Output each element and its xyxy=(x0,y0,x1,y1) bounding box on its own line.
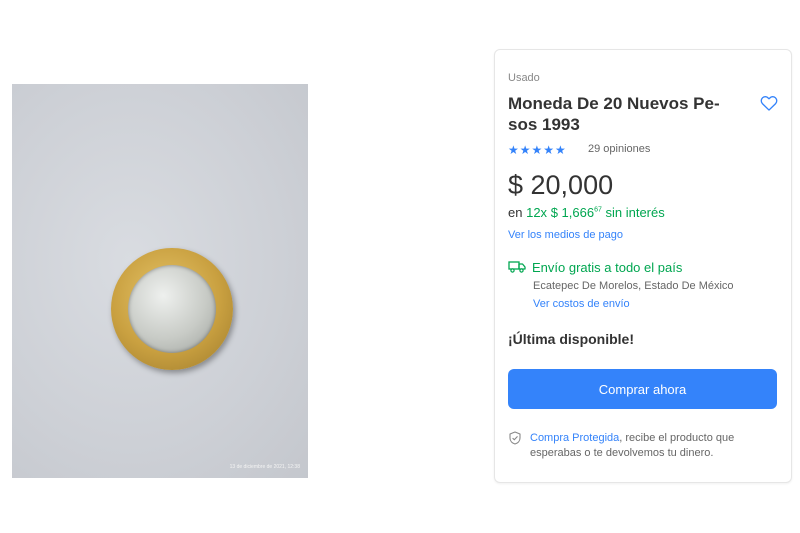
shield-check-icon xyxy=(509,431,521,445)
photo-timestamp: 13 de diciembre de 2021, 12:38 xyxy=(229,464,300,470)
product-photo[interactable]: 13 de diciembre de 2021, 12:38 xyxy=(12,84,308,478)
installments-amount: $ 1,666 xyxy=(550,205,595,220)
heart-icon[interactable] xyxy=(759,93,779,113)
coin-center xyxy=(128,265,216,353)
shipping-costs-link[interactable]: Ver costos de envío xyxy=(533,298,630,310)
installments-info: en 12x $ 1,66667 sin interés xyxy=(508,205,665,220)
reviews-count[interactable]: 29 opiniones xyxy=(588,143,650,155)
product-title: Moneda De 20 Nuevos Pe-sos 1993 xyxy=(508,94,720,134)
protected-purchase-link[interactable]: Compra Protegida xyxy=(530,432,619,444)
buy-now-button[interactable]: Comprar ahora xyxy=(508,369,777,409)
installments-count: 12x xyxy=(526,205,548,220)
rating-stars: ★★★★★ xyxy=(508,143,567,157)
stock-status: ¡Última disponible! xyxy=(508,331,634,347)
purchase-protection: Compra Protegida, recibe el producto que… xyxy=(530,431,770,461)
shipping-location: Ecatepec De Morelos, Estado De México xyxy=(533,280,734,292)
payment-methods-link[interactable]: Ver los medios de pago xyxy=(508,229,623,241)
product-buy-box: Usado Moneda De 20 Nuevos Pe-sos 1993 ★★… xyxy=(494,49,792,483)
truck-icon xyxy=(508,261,526,273)
installments-prefix: en xyxy=(508,205,523,220)
free-shipping: Envío gratis a todo el país xyxy=(508,260,682,275)
coin-image xyxy=(111,248,233,370)
installments-cents: 67 xyxy=(594,206,602,214)
product-condition: Usado xyxy=(508,72,540,84)
product-price: $ 20,000 xyxy=(508,170,614,200)
shipping-label: Envío gratis a todo el país xyxy=(532,260,683,275)
installments-suffix: sin interés xyxy=(605,205,665,220)
